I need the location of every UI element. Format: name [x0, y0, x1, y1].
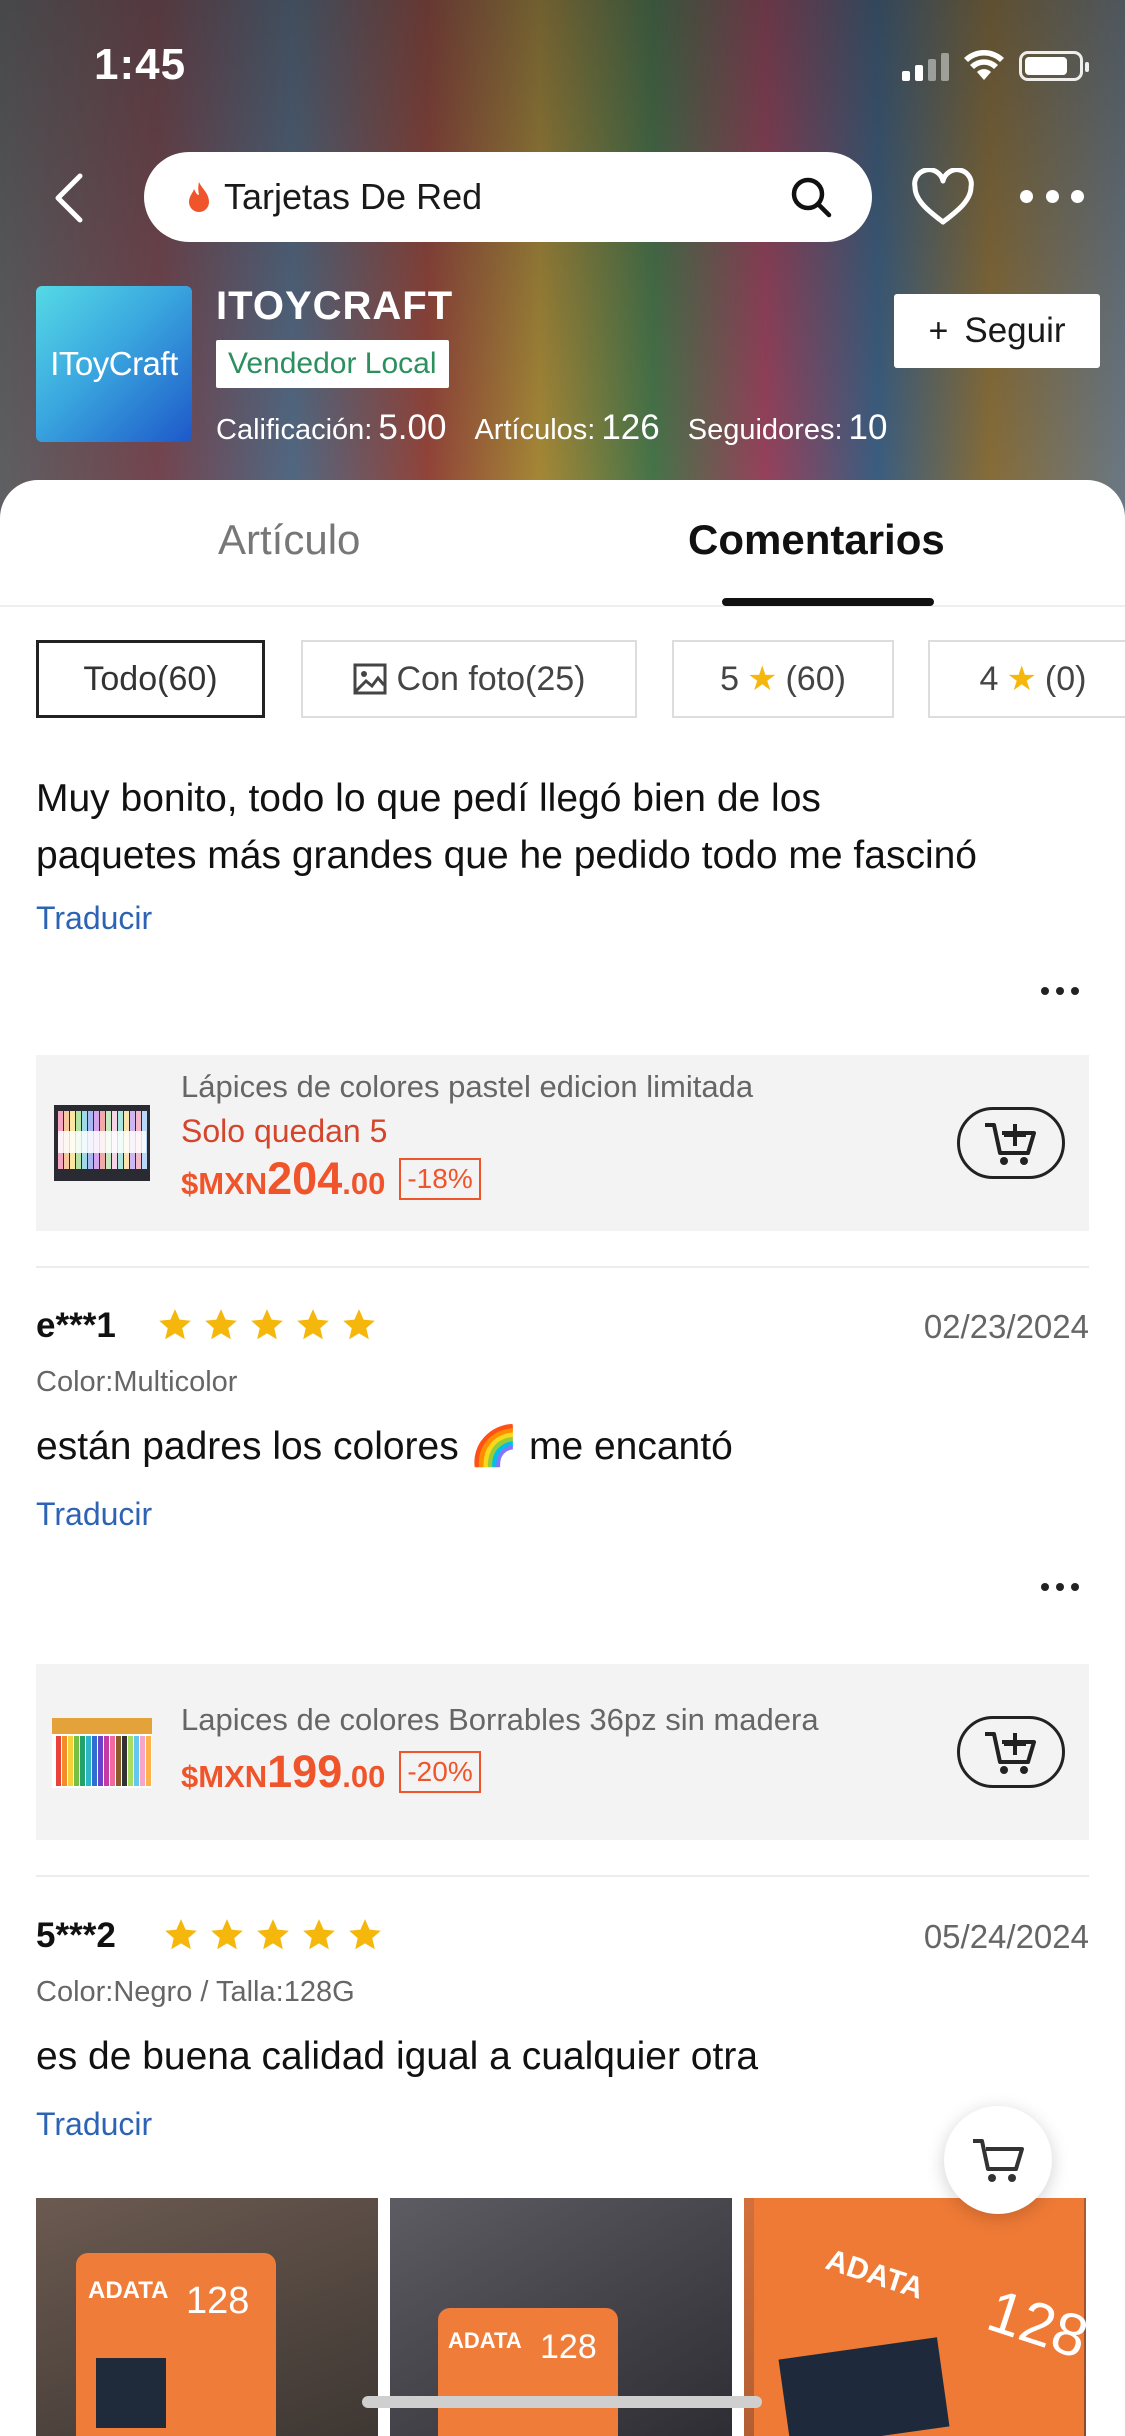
- more-options-button[interactable]: [1020, 190, 1084, 206]
- translate-link[interactable]: Traducir: [36, 2106, 152, 2143]
- chevron-left-icon: [55, 173, 83, 223]
- translate-link[interactable]: Traducir: [36, 1496, 152, 1533]
- heart-icon: [912, 167, 974, 225]
- low-stock-notice: Solo quedan 5: [181, 1113, 388, 1149]
- home-indicator: [362, 2396, 762, 2408]
- review-date: 05/24/2024: [923, 1918, 1089, 1955]
- star-icon: [165, 1919, 197, 1950]
- star-icon: [349, 1919, 381, 1950]
- search-icon[interactable]: [788, 174, 834, 220]
- review-item: 5***2 05/24/2024 Color:Negro / Talla:128…: [36, 1916, 1089, 2176]
- tab-comentarios[interactable]: Comentarios: [688, 516, 945, 564]
- search-query: Tarjetas De Red: [224, 176, 483, 217]
- product-price: $MXN 199.00 -20%: [181, 1746, 481, 1798]
- review-more-button[interactable]: [1041, 987, 1079, 997]
- divider: [36, 1875, 1089, 1877]
- star-icon: ★: [746, 660, 778, 698]
- star-icon: [297, 1309, 329, 1340]
- add-to-cart-button[interactable]: [957, 1107, 1065, 1179]
- shop-name: ITOYCRAFT: [216, 284, 454, 328]
- product-price: $MXN 204.00 -18%: [181, 1153, 481, 1205]
- plus-icon: +: [928, 311, 949, 350]
- followers-stat: Seguidores: 10: [687, 408, 888, 447]
- back-button[interactable]: [46, 168, 96, 228]
- discount-badge: -18%: [399, 1158, 481, 1200]
- rating-stars: [156, 1306, 378, 1344]
- tab-bar: Artículo Comentarios: [0, 480, 1125, 607]
- review-variant: Color:Multicolor: [36, 1366, 238, 1398]
- rating-stars: [162, 1916, 384, 1954]
- review-user: e***1: [36, 1306, 116, 1345]
- star-icon: ★: [1006, 660, 1037, 698]
- review-item: Muy bonito, todo lo que pedí llegó bien …: [36, 770, 1089, 995]
- review-more-button[interactable]: [1041, 1583, 1079, 1593]
- product-name: Lápices de colores pastel edicion limita…: [181, 1069, 754, 1104]
- svg-text:128: 128: [540, 2328, 597, 2366]
- star-icon: [251, 1309, 283, 1340]
- cart-icon: [973, 2139, 1024, 2182]
- review-text: es de buena calidad igual a cualquier ot…: [36, 2035, 759, 2078]
- search-bar[interactable]: Tarjetas De Red: [144, 152, 872, 242]
- cart-plus-icon: [985, 1123, 1036, 1165]
- product-thumbnail: [50, 1700, 154, 1804]
- review-product-card[interactable]: Lápices de colores pastel edicion limita…: [36, 1055, 1089, 1231]
- local-seller-badge: Vendedor Local: [216, 340, 449, 388]
- star-icon: [211, 1919, 243, 1950]
- active-tab-indicator: [722, 598, 934, 606]
- add-to-cart-button[interactable]: [957, 1716, 1065, 1788]
- review-variant: Color:Negro / Talla:128G: [36, 1976, 355, 2008]
- review-product-card[interactable]: Lapices de colores Borrables 36pz sin ma…: [36, 1664, 1089, 1840]
- review-text: Muy bonito, todo lo que pedí llegó bien …: [36, 777, 977, 877]
- divider: [36, 1266, 1089, 1268]
- status-icons: [902, 50, 1089, 82]
- product-name: Lapices de colores Borrables 36pz sin ma…: [181, 1702, 819, 1737]
- star-icon: [159, 1309, 191, 1340]
- flame-icon: [189, 182, 209, 212]
- tab-articulo[interactable]: Artículo: [218, 516, 360, 564]
- items-stat: Artículos: 126: [474, 408, 660, 447]
- star-icon: [205, 1309, 237, 1340]
- review-photo[interactable]: ADATA 128: [36, 2198, 378, 2436]
- shop-header: 1:45 Tarjetas De Red IToyCraft ITOYCRAFT…: [0, 0, 1125, 520]
- svg-text:128: 128: [186, 2280, 249, 2322]
- review-user: 5***2: [36, 1916, 116, 1955]
- shop-logo[interactable]: IToyCraft: [36, 286, 192, 442]
- image-icon: [353, 663, 386, 695]
- filter-4-stars[interactable]: 4 ★ (0): [928, 640, 1125, 718]
- favorite-button[interactable]: [910, 167, 976, 228]
- star-icon: [343, 1309, 375, 1340]
- cellular-signal-icon: [902, 51, 949, 81]
- svg-text:ADATA: ADATA: [88, 2277, 168, 2304]
- floating-cart-button[interactable]: [944, 2106, 1052, 2214]
- shop-stats: Calificación: 5.00 Artículos: 126 Seguidor…: [216, 408, 887, 448]
- wifi-icon: [964, 50, 1004, 80]
- review-text: están padres los colores 🌈 me encantó: [36, 1425, 733, 1468]
- svg-text:ADATA: ADATA: [448, 2328, 522, 2353]
- battery-icon: [1019, 51, 1089, 81]
- review-photo[interactable]: ADATA 128: [744, 2198, 1086, 2436]
- star-icon: [303, 1919, 335, 1950]
- follow-button[interactable]: + Seguir: [894, 294, 1100, 368]
- filter-with-photo[interactable]: Con foto(25): [301, 640, 637, 718]
- filter-all[interactable]: Todo(60): [36, 640, 265, 718]
- cart-plus-icon: [985, 1732, 1036, 1774]
- status-time: 1:45: [94, 40, 187, 89]
- translate-link[interactable]: Traducir: [36, 900, 152, 937]
- product-thumbnail: [50, 1091, 154, 1195]
- discount-badge: -20%: [399, 1751, 481, 1793]
- rating-stat: Calificación: 5.00: [216, 408, 447, 447]
- filter-5-stars[interactable]: 5 ★ (60): [672, 640, 894, 718]
- star-icon: [257, 1919, 289, 1950]
- review-date: 02/23/2024: [923, 1308, 1089, 1345]
